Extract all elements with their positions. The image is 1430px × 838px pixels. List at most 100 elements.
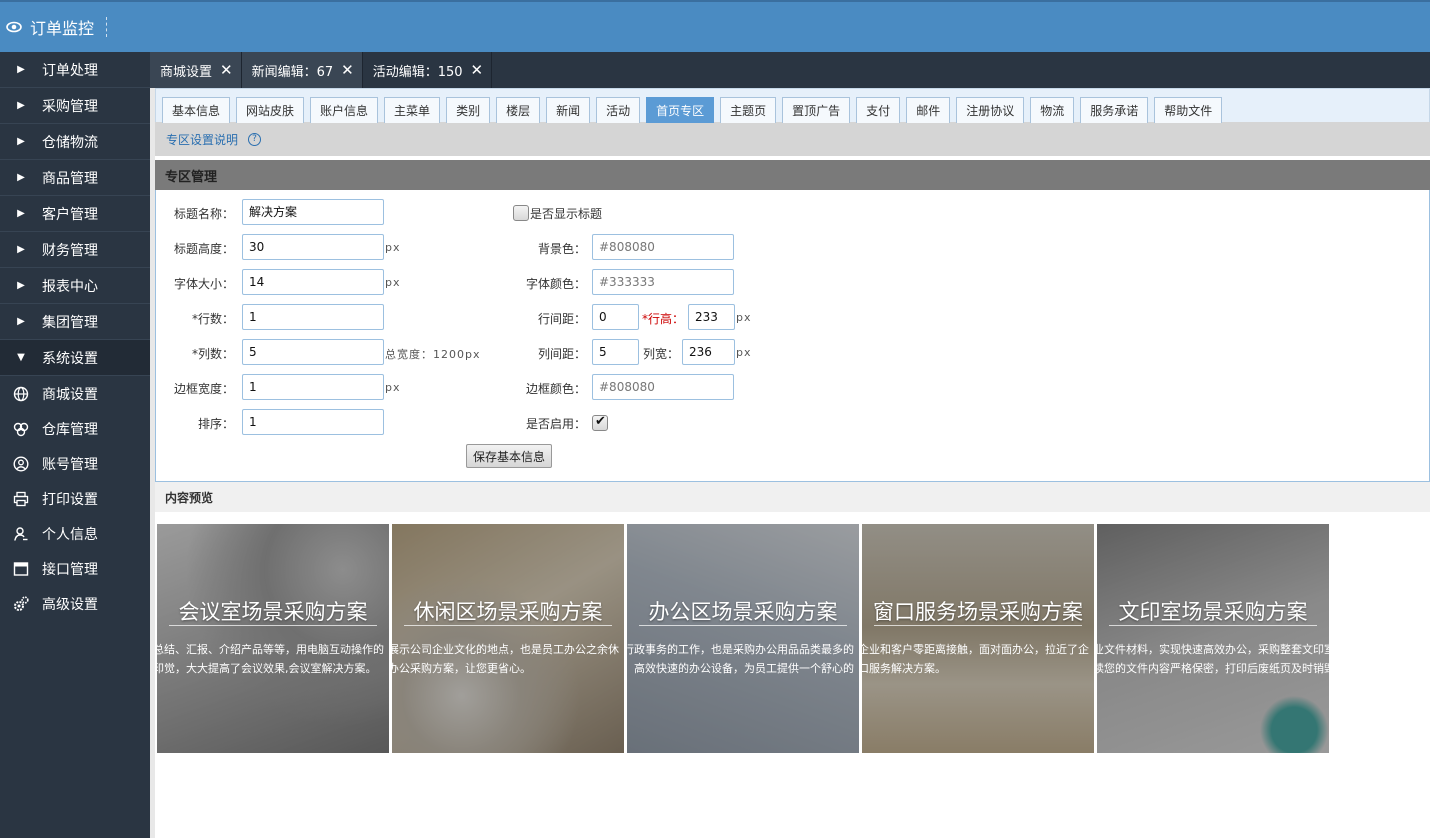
subtab-item[interactable]: 注册协议 <box>956 97 1025 123</box>
caret-right-icon: ▶ <box>17 172 25 183</box>
card-overlay <box>392 524 624 753</box>
border-width-label: 边框宽度： <box>173 382 234 396</box>
card-title: 休闲区场景采购方案 <box>413 600 603 624</box>
sidebar-menu-finance[interactable]: ▶ 财务管理 <box>0 232 150 268</box>
preview-card[interactable]: 文印室场景采购方案 业文件材料，实现快速高效办公，采购整套文印室产 读您的文件内容… <box>1097 524 1329 753</box>
card-description: 业文件材料，实现快速高效办公，采购整套文印室产 读您的文件内容严格保密，打印后废纸… <box>1097 640 1329 678</box>
sidebar-item-warehouse[interactable]: 仓库管理 <box>0 411 150 446</box>
preview-card[interactable]: 会议室场景采购方案 总结、汇报、介绍产品等等，用电脑互动操作的 印觉，大大提高了会… <box>157 524 389 753</box>
border-width-input[interactable]: 1 <box>242 374 384 400</box>
card-desc-line: 展示公司企业文化的地点，也是员工办公之余休 <box>392 643 619 656</box>
subtab-item[interactable]: 主题页 <box>720 97 777 123</box>
subtab-item[interactable]: 物流 <box>1030 97 1075 123</box>
warehouse-icon <box>0 421 42 437</box>
border-color-input[interactable]: #808080 <box>592 374 734 400</box>
subtab-item[interactable]: 服务承诺 <box>1080 97 1149 123</box>
sidebar-menu-label: 订单处理 <box>42 62 98 79</box>
tab-label: 商城设置 <box>160 64 213 80</box>
subtab-item[interactable]: 基本信息 <box>162 97 231 123</box>
zone-settings-help-link[interactable]: 专区设置说明 <box>166 131 238 148</box>
sidebar-item-advanced[interactable]: 高级设置 <box>0 586 150 621</box>
row-height-input[interactable]: 233 <box>688 304 735 330</box>
sidebar-item-label: 商城设置 <box>42 386 98 403</box>
rows-input[interactable]: 1 <box>242 304 384 330</box>
sidebar-item-accounts[interactable]: 账号管理 <box>0 446 150 481</box>
card-desc-line: 总结、汇报、介绍产品等等，用电脑互动操作的 <box>157 643 384 656</box>
card-title: 办公区场景采购方案 <box>648 600 838 624</box>
tab-activity-edit[interactable]: 活动编辑：150 ✕ <box>362 52 493 88</box>
sidebar-menu-system[interactable]: ▼ 系统设置 <box>0 340 150 376</box>
card-desc-line: 印觉，大大提高了会议效果,会议室解决方案。 <box>157 662 377 675</box>
subtab-item[interactable]: 首页专区 <box>646 97 715 123</box>
window-icon <box>0 561 42 577</box>
bg-color-input[interactable]: #808080 <box>592 234 734 260</box>
sidebar-menu-purchase[interactable]: ▶ 采购管理 <box>0 88 150 124</box>
sidebar-item-label: 接口管理 <box>42 561 98 578</box>
check-icon: ✔ <box>595 414 606 429</box>
title-height-input[interactable]: 30 <box>242 234 384 260</box>
save-basic-info-button[interactable]: 保存基本信息 <box>466 444 553 468</box>
subtab-item[interactable]: 置顶广告 <box>782 97 851 123</box>
card-title: 文印室场景采购方案 <box>1118 600 1308 624</box>
sidebar-item-mall-settings[interactable]: 商城设置 <box>0 376 150 411</box>
unit-px: px <box>736 346 752 359</box>
caret-right-icon: ▶ <box>17 244 25 255</box>
card-overlay <box>862 524 1094 753</box>
preview-card[interactable]: 办公区场景采购方案 行政事务的工作，也是采购办公用品品类最多的 ，高效快速的办公设… <box>627 524 859 753</box>
sidebar-menu-warehouse-logistics[interactable]: ▶ 仓储物流 <box>0 124 150 160</box>
enabled-label: 是否启用： <box>525 417 586 431</box>
preview-card[interactable]: 窗口服务场景采购方案 企业和客户零距离接触，面对面办公，拉近了企 口服务解决方案。 <box>862 524 1094 753</box>
caret-right-icon: ▶ <box>17 208 25 219</box>
close-icon[interactable]: ✕ <box>341 61 354 79</box>
explain-bar: 专区设置说明 ? <box>155 122 1430 156</box>
close-icon[interactable]: ✕ <box>471 61 484 79</box>
show-title-checkbox[interactable] <box>513 205 529 221</box>
subtab-item[interactable]: 邮件 <box>906 97 951 123</box>
sidebar-menu-group[interactable]: ▶ 集团管理 <box>0 304 150 340</box>
subtab-item[interactable]: 主菜单 <box>384 97 441 123</box>
subtab-item[interactable]: 帮助文件 <box>1154 97 1223 123</box>
subtab-item[interactable]: 活动 <box>596 97 641 123</box>
font-color-input[interactable]: #333333 <box>592 269 734 295</box>
total-width-text: 总宽度：1200px <box>385 348 481 361</box>
subtab-item[interactable]: 网站皮肤 <box>236 97 305 123</box>
subtab-item[interactable]: 楼层 <box>496 97 541 123</box>
sidebar-menu-label: 系统设置 <box>42 350 98 367</box>
subtab-item[interactable]: 新闻 <box>546 97 591 123</box>
sidebar-menu-label: 财务管理 <box>42 242 98 259</box>
tab-mall-settings[interactable]: 商城设置 ✕ <box>150 52 242 88</box>
card-description: 总结、汇报、介绍产品等等，用电脑互动操作的 印觉，大大提高了会议效果,会议室解决方… <box>157 640 389 678</box>
preview-title: 内容预览 <box>165 490 214 505</box>
unit-px: px <box>385 241 401 254</box>
row-gap-label: 行间距： <box>537 312 586 326</box>
title-name-label: 标题名称： <box>173 207 234 221</box>
col-gap-input[interactable]: 5 <box>592 339 639 365</box>
caret-down-icon: ▼ <box>17 352 25 363</box>
sidebar-menu-customer[interactable]: ▶ 客户管理 <box>0 196 150 232</box>
sidebar-item-print-settings[interactable]: 打印设置 <box>0 481 150 516</box>
tab-news-edit[interactable]: 新闻编辑：67 ✕ <box>241 52 363 88</box>
caret-right-icon: ▶ <box>17 64 25 75</box>
sort-input[interactable]: 1 <box>242 409 384 435</box>
col-width-input[interactable]: 236 <box>682 339 735 365</box>
sidebar-menu-reports[interactable]: ▶ 报表中心 <box>0 268 150 304</box>
subtab-item[interactable]: 支付 <box>856 97 901 123</box>
font-size-input[interactable]: 14 <box>242 269 384 295</box>
subtab-item[interactable]: 类别 <box>446 97 491 123</box>
preview-card[interactable]: 休闲区场景采购方案 展示公司企业文化的地点，也是员工办公之余休 办公采购方案，让您… <box>392 524 624 753</box>
subtab-item[interactable]: 账户信息 <box>310 97 379 123</box>
sidebar-menu-order[interactable]: ▶ 订单处理 <box>0 52 150 88</box>
title-height-label: 标题高度： <box>173 242 234 256</box>
sidebar-menu-label: 仓储物流 <box>42 134 98 151</box>
printer-icon <box>0 491 42 507</box>
title-name-input[interactable]: 解决方案 <box>242 199 384 225</box>
sidebar-item-profile[interactable]: 个人信息 <box>0 516 150 551</box>
globe-icon <box>0 386 42 402</box>
enabled-checkbox[interactable]: ✔ <box>592 414 608 431</box>
cols-input[interactable]: 5 <box>242 339 384 365</box>
question-icon[interactable]: ? <box>248 132 262 146</box>
sidebar-item-api[interactable]: 接口管理 <box>0 551 150 586</box>
row-gap-input[interactable]: 0 <box>592 304 639 330</box>
sidebar-menu-product[interactable]: ▶ 商品管理 <box>0 160 150 196</box>
close-icon[interactable]: ✕ <box>220 61 233 79</box>
